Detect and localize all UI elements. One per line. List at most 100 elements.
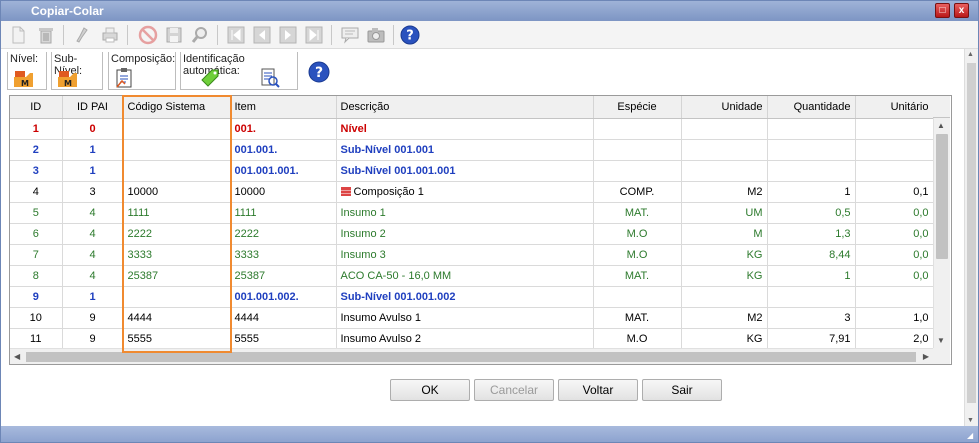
- scroll-down-icon[interactable]: ▼: [937, 336, 945, 345]
- cell-unidade[interactable]: [681, 139, 768, 161]
- sair-button[interactable]: Sair: [642, 379, 722, 401]
- window-scroll-down-icon[interactable]: ▼: [967, 417, 974, 424]
- cell-descricao[interactable]: ACO CA-50 - 16,0 MM: [336, 265, 594, 287]
- cell-quantidade[interactable]: [767, 139, 856, 161]
- cell-especie[interactable]: M.O: [593, 223, 682, 245]
- cell-unitario[interactable]: 0,0: [855, 202, 934, 224]
- cell-unitario[interactable]: [855, 286, 934, 308]
- cell-descricao[interactable]: Insumo 3: [336, 244, 594, 266]
- cell-codigo-sistema[interactable]: [123, 139, 231, 161]
- voltar-button[interactable]: Voltar: [558, 379, 638, 401]
- cell-descricao[interactable]: Composição 1: [336, 181, 594, 203]
- cell-id[interactable]: 8: [10, 265, 63, 287]
- data-grid[interactable]: ID ID PAI Código Sistema Item Descrição …: [9, 95, 952, 365]
- cell-item[interactable]: 001.001.002.: [230, 286, 337, 308]
- cell-especie[interactable]: MAT.: [593, 202, 682, 224]
- column-header-unidade[interactable]: Unidade: [681, 96, 768, 119]
- table-row[interactable]: 6 4 2222 2222 Insumo 2 M.O M 1,3 0,0: [10, 223, 934, 245]
- scroll-right-icon[interactable]: ▶: [923, 352, 929, 361]
- resize-grip-icon[interactable]: ◢: [967, 431, 977, 441]
- cell-codigo-sistema[interactable]: 25387: [123, 265, 231, 287]
- cell-id[interactable]: 7: [10, 244, 63, 266]
- cell-item[interactable]: 3333: [230, 244, 337, 266]
- cell-id[interactable]: 5: [10, 202, 63, 224]
- window-scroll-up-icon[interactable]: ▲: [967, 51, 974, 58]
- prev-icon[interactable]: [251, 24, 273, 46]
- print-icon[interactable]: [99, 24, 121, 46]
- last-icon[interactable]: [303, 24, 325, 46]
- scroll-up-icon[interactable]: ▲: [937, 121, 945, 130]
- cell-especie[interactable]: [593, 118, 682, 140]
- cell-id-pai[interactable]: 0: [62, 118, 124, 140]
- cell-codigo-sistema[interactable]: 1111: [123, 202, 231, 224]
- table-row[interactable]: 1 0 001. Nível: [10, 118, 934, 140]
- table-row[interactable]: 5 4 1111 1111 Insumo 1 MAT. UM 0,5 0,0: [10, 202, 934, 224]
- close-button[interactable]: x: [954, 3, 969, 18]
- table-row[interactable]: 10 9 4444 4444 Insumo Avulso 1 MAT. M2 3 1,0: [10, 307, 934, 329]
- cell-codigo-sistema[interactable]: [123, 118, 231, 140]
- cell-quantidade[interactable]: 1: [767, 181, 856, 203]
- cell-descricao[interactable]: Nível: [336, 118, 594, 140]
- nivel-icon[interactable]: M: [12, 67, 34, 89]
- cell-quantidade[interactable]: 8,44: [767, 244, 856, 266]
- cell-codigo-sistema[interactable]: 4444: [123, 307, 231, 329]
- cell-especie[interactable]: M.O: [593, 328, 682, 350]
- cell-quantidade[interactable]: 1,3: [767, 223, 856, 245]
- cell-unitario[interactable]: 2,0: [855, 328, 934, 350]
- cell-item[interactable]: 001.001.001.: [230, 160, 337, 182]
- cell-id[interactable]: 11: [10, 328, 63, 350]
- cell-unidade[interactable]: [681, 118, 768, 140]
- scroll-left-icon[interactable]: ◀: [14, 352, 20, 361]
- cell-id[interactable]: 9: [10, 286, 63, 308]
- cell-id-pai[interactable]: 3: [62, 181, 124, 203]
- first-icon[interactable]: [225, 24, 247, 46]
- cell-codigo-sistema[interactable]: 2222: [123, 223, 231, 245]
- table-row[interactable]: 3 1 001.001.001. Sub-Nível 001.001.001: [10, 160, 934, 182]
- cell-unidade[interactable]: KG: [681, 265, 768, 287]
- window-vertical-scrollbar[interactable]: ▲ ▼: [964, 49, 978, 426]
- cell-item[interactable]: 25387: [230, 265, 337, 287]
- maximize-button[interactable]: □: [935, 3, 950, 18]
- ok-button[interactable]: OK: [390, 379, 470, 401]
- cell-unidade[interactable]: UM: [681, 202, 768, 224]
- sub-nivel-icon[interactable]: M: [56, 67, 78, 89]
- cell-item[interactable]: 4444: [230, 307, 337, 329]
- cell-codigo-sistema[interactable]: 5555: [123, 328, 231, 350]
- cell-id[interactable]: 3: [10, 160, 63, 182]
- cell-quantidade[interactable]: [767, 118, 856, 140]
- vertical-scroll-thumb[interactable]: [936, 134, 948, 259]
- title-bar[interactable]: Copiar-Colar □ x: [1, 1, 978, 21]
- cell-id-pai[interactable]: 1: [62, 139, 124, 161]
- run-icon[interactable]: [71, 24, 93, 46]
- cell-descricao[interactable]: Insumo 2: [336, 223, 594, 245]
- next-icon[interactable]: [277, 24, 299, 46]
- cell-unitario[interactable]: 0,0: [855, 223, 934, 245]
- cell-quantidade[interactable]: [767, 160, 856, 182]
- cell-unidade[interactable]: M: [681, 223, 768, 245]
- cell-especie[interactable]: [593, 160, 682, 182]
- cell-id[interactable]: 1: [10, 118, 63, 140]
- cell-id[interactable]: 10: [10, 307, 63, 329]
- cell-unitario[interactable]: 0,0: [855, 265, 934, 287]
- cell-item[interactable]: 1111: [230, 202, 337, 224]
- cell-codigo-sistema[interactable]: 10000: [123, 181, 231, 203]
- cell-id-pai[interactable]: 1: [62, 160, 124, 182]
- tag-icon[interactable]: [199, 67, 221, 89]
- cell-item[interactable]: 5555: [230, 328, 337, 350]
- cell-especie[interactable]: COMP.: [593, 181, 682, 203]
- camera-icon[interactable]: [365, 24, 387, 46]
- table-row[interactable]: 9 1 001.001.002. Sub-Nível 001.001.002: [10, 286, 934, 308]
- document-search-icon[interactable]: [259, 67, 281, 89]
- table-row[interactable]: 8 4 25387 25387 ACO CA-50 - 16,0 MM MAT. KG 1 0,…: [10, 265, 934, 287]
- cell-item[interactable]: 001.: [230, 118, 337, 140]
- cancel-icon[interactable]: [137, 24, 159, 46]
- column-header-id-pai[interactable]: ID PAI: [62, 96, 124, 119]
- cell-item[interactable]: 2222: [230, 223, 337, 245]
- cell-quantidade[interactable]: 1: [767, 265, 856, 287]
- column-header-quantidade[interactable]: Quantidade: [767, 96, 856, 119]
- cell-codigo-sistema[interactable]: 3333: [123, 244, 231, 266]
- table-row[interactable]: 11 9 5555 5555 Insumo Avulso 2 M.O KG 7,91 2,0: [10, 328, 934, 350]
- cell-quantidade[interactable]: [767, 286, 856, 308]
- help-icon-secondary[interactable]: ?: [308, 61, 330, 83]
- cell-codigo-sistema[interactable]: [123, 286, 231, 308]
